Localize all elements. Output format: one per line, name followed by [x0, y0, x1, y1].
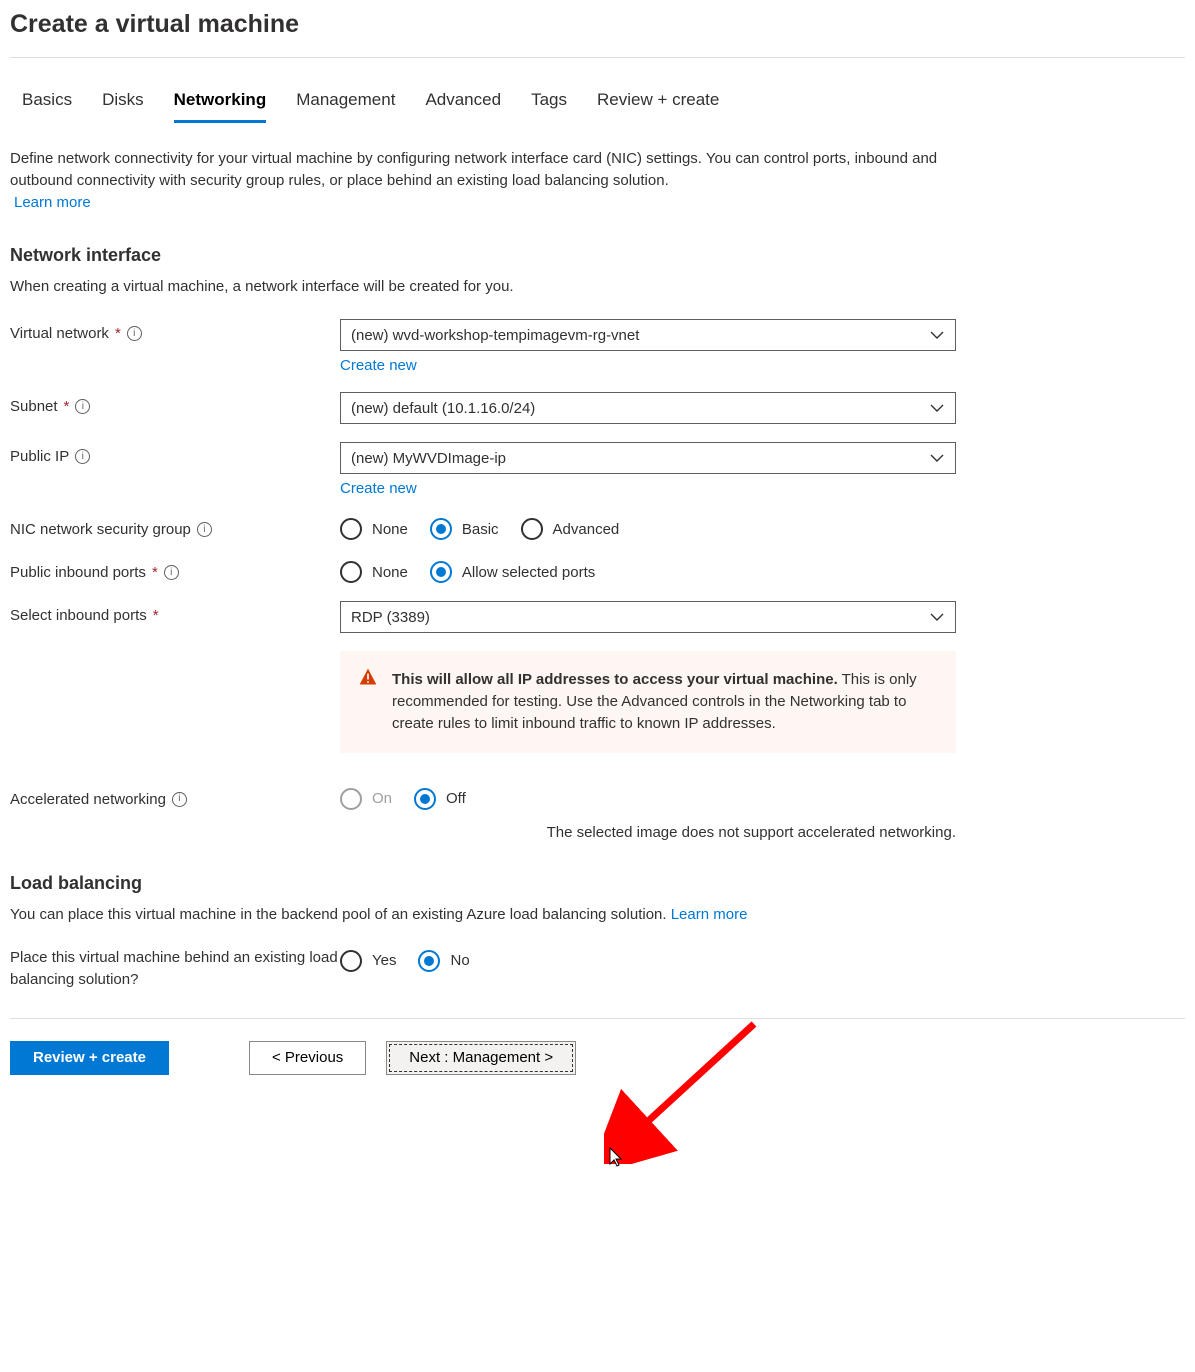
lb-desc-text: You can place this virtual machine in th…	[10, 906, 671, 923]
lb-radio-yes[interactable]: Yes	[340, 950, 396, 972]
next-management-button[interactable]: Next : Management >	[386, 1041, 576, 1075]
accel-net-helper: The selected image does not support acce…	[340, 824, 956, 841]
title-separator	[10, 57, 1185, 58]
footer-bar: Review + create < Previous Next : Manage…	[10, 1019, 1185, 1093]
accel-net-radio-on: On	[340, 788, 392, 810]
tab-basics[interactable]: Basics	[22, 82, 72, 123]
tabs: Basics Disks Networking Management Advan…	[10, 82, 1185, 123]
lb-question-label: Place this virtual machine behind an exi…	[10, 947, 340, 992]
nsg-radio-none[interactable]: None	[340, 518, 408, 540]
nsg-radio-basic[interactable]: Basic	[430, 518, 499, 540]
section-load-balancing-title: Load balancing	[10, 873, 1185, 894]
lb-no-label: No	[450, 952, 469, 969]
intro-learn-more-link[interactable]: Learn more	[14, 194, 91, 211]
cursor-icon	[604, 1146, 624, 1170]
tab-disks[interactable]: Disks	[102, 82, 144, 123]
accel-net-radio-off[interactable]: Off	[414, 788, 466, 810]
nsg-radio-advanced[interactable]: Advanced	[521, 518, 620, 540]
required-indicator: *	[64, 398, 70, 415]
nsg-basic-label: Basic	[462, 521, 499, 538]
public-ip-create-new-link[interactable]: Create new	[340, 480, 417, 497]
page-title: Create a virtual machine	[10, 10, 1185, 39]
accel-net-off-label: Off	[446, 790, 466, 807]
tab-advanced[interactable]: Advanced	[425, 82, 501, 123]
info-icon[interactable]: i	[127, 326, 142, 341]
lb-radio-group: Yes No	[340, 947, 956, 972]
public-ip-value: (new) MyWVDImage-ip	[351, 450, 506, 467]
inbound-radio-none[interactable]: None	[340, 561, 408, 583]
intro-text: Define network connectivity for your vir…	[10, 148, 960, 213]
accel-net-radio-group: On Off	[340, 785, 956, 810]
section-network-interface-title: Network interface	[10, 245, 1185, 266]
tab-review-create[interactable]: Review + create	[597, 82, 719, 123]
accel-net-label: Accelerated networking	[10, 791, 166, 808]
public-ip-dropdown[interactable]: (new) MyWVDImage-ip	[340, 442, 956, 474]
warning-icon	[358, 667, 378, 687]
accel-net-on-label: On	[372, 790, 392, 807]
nsg-radio-group: None Basic Advanced	[340, 515, 956, 540]
intro-body: Define network connectivity for your vir…	[10, 150, 937, 189]
info-icon[interactable]: i	[197, 522, 212, 537]
info-icon[interactable]: i	[172, 792, 187, 807]
inbound-ports-radio-group: None Allow selected ports	[340, 558, 956, 583]
select-ports-value: RDP (3389)	[351, 609, 430, 626]
chevron-down-icon	[929, 450, 945, 466]
virtual-network-value: (new) wvd-workshop-tempimagevm-rg-vnet	[351, 327, 639, 344]
virtual-network-label: Virtual network	[10, 325, 109, 342]
nsg-label: NIC network security group	[10, 521, 191, 538]
lb-radio-no[interactable]: No	[418, 950, 469, 972]
chevron-down-icon	[929, 327, 945, 343]
inbound-none-label: None	[372, 564, 408, 581]
select-ports-label: Select inbound ports	[10, 607, 147, 624]
select-ports-dropdown[interactable]: RDP (3389)	[340, 601, 956, 633]
tab-networking[interactable]: Networking	[174, 82, 267, 123]
tab-tags[interactable]: Tags	[531, 82, 567, 123]
subnet-dropdown[interactable]: (new) default (10.1.16.0/24)	[340, 392, 956, 424]
tab-management[interactable]: Management	[296, 82, 395, 123]
info-icon[interactable]: i	[75, 399, 90, 414]
inbound-allow-label: Allow selected ports	[462, 564, 595, 581]
lb-yes-label: Yes	[372, 952, 396, 969]
section-network-interface-desc: When creating a virtual machine, a netwo…	[10, 276, 1185, 297]
lb-learn-more-link[interactable]: Learn more	[671, 906, 748, 923]
required-indicator: *	[152, 564, 158, 581]
previous-button[interactable]: < Previous	[249, 1041, 366, 1075]
warning-bold: This will allow all IP addresses to acce…	[392, 671, 838, 688]
chevron-down-icon	[929, 400, 945, 416]
nsg-none-label: None	[372, 521, 408, 538]
subnet-label: Subnet	[10, 398, 58, 415]
warning-box: This will allow all IP addresses to acce…	[340, 651, 956, 752]
info-icon[interactable]: i	[164, 565, 179, 580]
inbound-ports-label: Public inbound ports	[10, 564, 146, 581]
inbound-radio-allow[interactable]: Allow selected ports	[430, 561, 595, 583]
required-indicator: *	[115, 325, 121, 342]
virtual-network-dropdown[interactable]: (new) wvd-workshop-tempimagevm-rg-vnet	[340, 319, 956, 351]
required-indicator: *	[153, 607, 159, 624]
info-icon[interactable]: i	[75, 449, 90, 464]
public-ip-label: Public IP	[10, 448, 69, 465]
chevron-down-icon	[929, 609, 945, 625]
review-create-button[interactable]: Review + create	[10, 1041, 169, 1075]
nsg-advanced-label: Advanced	[553, 521, 620, 538]
subnet-value: (new) default (10.1.16.0/24)	[351, 400, 535, 417]
vnet-create-new-link[interactable]: Create new	[340, 357, 417, 374]
section-load-balancing-desc: You can place this virtual machine in th…	[10, 904, 1185, 925]
